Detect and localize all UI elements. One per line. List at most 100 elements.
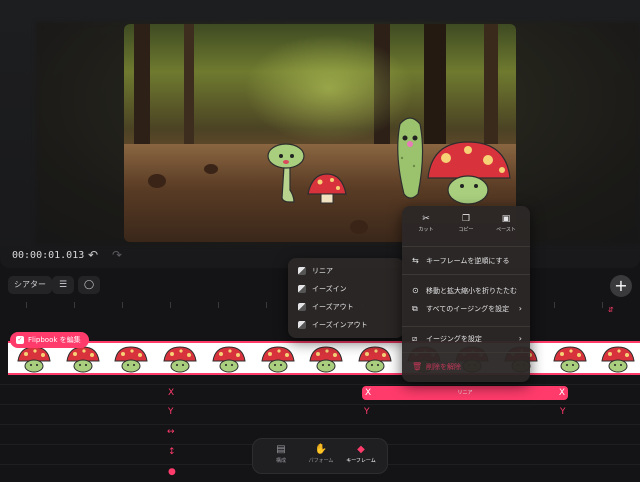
ruler-tick bbox=[26, 302, 27, 308]
delete-label: 削除を解除 bbox=[426, 363, 461, 371]
paste-button[interactable]: ▣ ペースト bbox=[486, 212, 526, 233]
set-all-easing-label: すべてのイージングを設定 bbox=[426, 305, 510, 313]
flipbook-frame[interactable] bbox=[596, 345, 640, 373]
easing-in-out-icon bbox=[298, 321, 306, 329]
set-all-easing[interactable]: ⧉ すべてのイージングを設定 › bbox=[412, 302, 522, 316]
scale-y-icon[interactable]: ↕ bbox=[168, 447, 176, 457]
hand-icon: ✋ bbox=[314, 444, 328, 455]
divider bbox=[402, 246, 530, 247]
redo-icon[interactable]: ↷ bbox=[112, 248, 122, 262]
easing-in-out-label: イーズインアウト bbox=[312, 321, 368, 329]
chevron-right-icon: › bbox=[518, 334, 522, 343]
flipbook-frame[interactable] bbox=[353, 345, 397, 373]
easing-all-icon: ⧉ bbox=[412, 304, 418, 313]
check-icon: ✓ bbox=[16, 336, 24, 344]
mode-compose-label: 構成 bbox=[275, 458, 286, 464]
collapse-label: 移動と拡大縮小を折りたたむ bbox=[426, 287, 517, 295]
easing-in-icon bbox=[298, 285, 306, 293]
reverse-keyframes[interactable]: ⇆ キーフレームを逆順にする bbox=[412, 254, 522, 268]
pinecone bbox=[148, 174, 166, 188]
paste-icon: ▣ bbox=[501, 214, 511, 224]
easing-linear-icon bbox=[298, 267, 306, 275]
mode-keyframe[interactable]: ◆ キーフレーム bbox=[341, 443, 381, 464]
ruler-tick bbox=[602, 302, 603, 308]
chevron-right-icon: › bbox=[518, 304, 522, 313]
timecode: 00:00:01.013 bbox=[12, 250, 85, 261]
easing-out-icon bbox=[298, 303, 306, 311]
scissors-icon: ✂ bbox=[422, 214, 430, 224]
ease-bar[interactable]: X リニア X bbox=[362, 386, 568, 400]
y-marker[interactable]: Y bbox=[560, 407, 566, 417]
keyframe-icon: ◆ bbox=[357, 444, 365, 455]
easing-linear-label: リニア bbox=[312, 267, 333, 275]
red-mushroom-big[interactable] bbox=[424, 138, 514, 208]
flipbook-frame[interactable] bbox=[548, 345, 592, 373]
compose-icon: ▤ bbox=[276, 444, 286, 455]
copy-label: コピー bbox=[458, 227, 474, 233]
undo-icon[interactable]: ↶ bbox=[88, 248, 98, 262]
ease-bar-start[interactable]: X bbox=[365, 386, 371, 400]
collapse-icon: ⊙ bbox=[412, 286, 419, 295]
layers-icon[interactable]: ☰ bbox=[52, 276, 74, 294]
mode-perform[interactable]: ✋ パフォーム bbox=[301, 443, 341, 464]
theater-button[interactable]: シアター bbox=[8, 276, 52, 294]
flipbook-frame[interactable] bbox=[109, 345, 153, 373]
preview-stage: 00:00:01.013 ↶ ↷ bbox=[0, 0, 640, 268]
plus-icon[interactable]: + bbox=[610, 275, 632, 297]
tree-trunk bbox=[184, 24, 194, 148]
collapse-move-scale[interactable]: ⊙ 移動と拡大縮小を折りたたむ bbox=[412, 284, 522, 298]
keyframe-row-y[interactable]: Y Y Y bbox=[0, 404, 640, 422]
ruler-tick bbox=[266, 302, 267, 308]
easing-in-label: イーズイン bbox=[312, 285, 347, 293]
easing-icon: ⧄ bbox=[412, 334, 418, 343]
flipbook-frame[interactable] bbox=[256, 345, 300, 373]
flipbook-track[interactable] bbox=[8, 341, 640, 375]
easing-ease-in[interactable]: イーズイン bbox=[298, 282, 347, 296]
scale-x-icon[interactable]: ↔ bbox=[167, 427, 175, 437]
red-mushroom-small[interactable] bbox=[304, 172, 350, 206]
ruler-tick bbox=[170, 302, 171, 308]
reverse-icon: ⇆ bbox=[412, 256, 419, 265]
ruler-tick bbox=[74, 302, 75, 308]
pinecone bbox=[350, 220, 368, 234]
easing-ease-in-out[interactable]: イーズインアウト bbox=[298, 318, 368, 332]
easing-submenu: リニア イーズイン イーズアウト イーズインアウト bbox=[288, 258, 404, 338]
y-marker[interactable]: Y bbox=[168, 407, 174, 417]
ease-bar-end[interactable]: X bbox=[559, 386, 565, 400]
divider bbox=[402, 352, 530, 353]
mode-switcher: ▤ 構成 ✋ パフォーム ◆ キーフレーム bbox=[252, 438, 388, 474]
cut-label: カット bbox=[418, 227, 434, 233]
comment-icon[interactable]: ◯ bbox=[78, 276, 100, 294]
flipbook-frame[interactable] bbox=[12, 345, 56, 373]
flipbook-frame[interactable] bbox=[158, 345, 202, 373]
set-easing[interactable]: ⧄ イージングを設定 › bbox=[412, 332, 522, 346]
flipbook-edit-badge[interactable]: ✓ Flipbook を編集 bbox=[10, 332, 89, 348]
easing-ease-out[interactable]: イーズアウト bbox=[298, 300, 354, 314]
tree-trunk bbox=[134, 24, 150, 152]
mode-compose[interactable]: ▤ 構成 bbox=[261, 443, 301, 464]
copy-icon: ❐ bbox=[461, 214, 471, 224]
divider bbox=[402, 326, 530, 327]
mode-perform-label: パフォーム bbox=[308, 458, 334, 464]
delete-item[interactable]: 🗑 削除を解除 bbox=[412, 360, 522, 374]
easing-out-label: イーズアウト bbox=[312, 303, 354, 311]
playhead-marker[interactable]: ⇵ bbox=[608, 306, 614, 314]
tree-trunk bbox=[484, 24, 498, 144]
cut-button[interactable]: ✂ カット bbox=[406, 212, 446, 233]
flipbook-frame[interactable] bbox=[207, 345, 251, 373]
x-marker[interactable]: X bbox=[168, 388, 174, 398]
ruler-tick bbox=[218, 302, 219, 308]
easing-linear[interactable]: リニア bbox=[298, 264, 333, 278]
set-easing-label: イージングを設定 bbox=[426, 335, 482, 343]
ease-bar-label: リニア bbox=[457, 390, 473, 396]
y-marker[interactable]: Y bbox=[364, 407, 370, 417]
copy-button[interactable]: ❐ コピー bbox=[446, 212, 486, 233]
reverse-label: キーフレームを逆順にする bbox=[426, 257, 510, 265]
flipbook-frame[interactable] bbox=[61, 345, 105, 373]
flipbook-frame[interactable] bbox=[304, 345, 348, 373]
clipboard-actions: ✂ カット ❐ コピー ▣ ペースト bbox=[402, 212, 530, 240]
rotation-icon[interactable]: ● bbox=[168, 467, 176, 477]
trash-icon: 🗑 bbox=[412, 362, 423, 371]
paste-label: ペースト bbox=[496, 227, 516, 233]
flipbook-label: Flipbook を編集 bbox=[28, 336, 81, 344]
